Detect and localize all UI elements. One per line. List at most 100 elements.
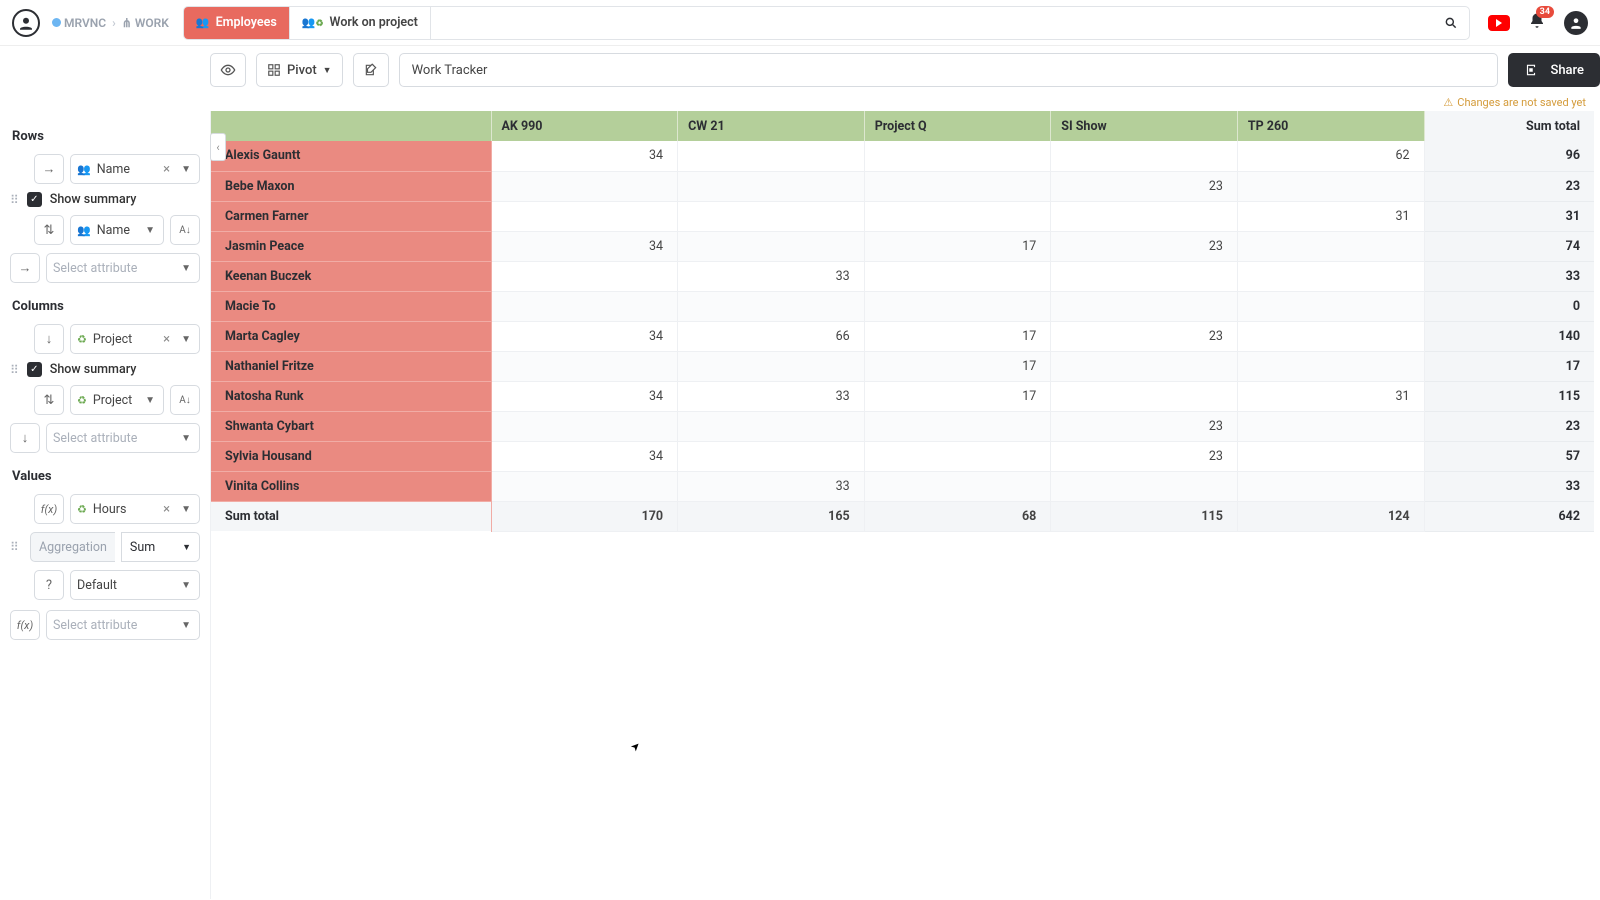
caret-down-icon[interactable]: ▼ [179, 580, 193, 591]
column-header[interactable]: Project Q [864, 111, 1051, 141]
pivot-cell[interactable]: 23 [1051, 441, 1238, 471]
row-header[interactable]: Marta Cagley [211, 321, 491, 351]
pivot-cell[interactable] [678, 351, 865, 381]
view-title-input[interactable] [399, 53, 1499, 87]
pivot-cell[interactable]: 33 [678, 381, 865, 411]
pivot-cell[interactable]: 31 [1237, 201, 1424, 231]
caret-down-icon[interactable]: ▼ [143, 395, 157, 406]
pivot-cell[interactable]: 34 [491, 441, 678, 471]
format-help-button[interactable]: ? [34, 570, 64, 600]
pivot-cell[interactable] [1237, 471, 1424, 501]
rows-show-summary-checkbox[interactable]: ✓ [27, 192, 42, 207]
pivot-cell[interactable]: 23 [1051, 171, 1238, 201]
row-header[interactable]: Natosha Runk [211, 381, 491, 411]
row-header[interactable]: Vinita Collins [211, 471, 491, 501]
view-mode-dropdown[interactable]: Pivot ▼ [256, 53, 343, 87]
pivot-cell[interactable] [678, 231, 865, 261]
pivot-cell[interactable] [678, 291, 865, 321]
pivot-cell[interactable] [678, 201, 865, 231]
pivot-cell[interactable]: 33 [678, 471, 865, 501]
pivot-cell[interactable] [1237, 321, 1424, 351]
pivot-cell[interactable] [678, 171, 865, 201]
pivot-cell[interactable]: 23 [1051, 321, 1238, 351]
pivot-cell[interactable] [491, 291, 678, 321]
pivot-cell[interactable]: 23 [1051, 411, 1238, 441]
pivot-cell[interactable] [678, 141, 865, 171]
pivot-cell[interactable] [1237, 291, 1424, 321]
rows-add-attribute-select[interactable]: Select attribute ▼ [46, 253, 200, 283]
pivot-cell[interactable] [1051, 291, 1238, 321]
pivot-cell[interactable]: 23 [1051, 231, 1238, 261]
edit-title-button[interactable] [353, 53, 389, 87]
add-value-attribute-button[interactable]: f(x) [10, 610, 40, 640]
row-sort-indicator[interactable]: ⇅ [34, 215, 64, 245]
row-header[interactable]: Alexis Gauntt [211, 141, 491, 171]
share-button[interactable]: Share [1508, 53, 1600, 87]
pivot-cell[interactable] [864, 261, 1051, 291]
column-header[interactable]: TP 260 [1237, 111, 1424, 141]
pivot-cell[interactable] [864, 201, 1051, 231]
pivot-cell[interactable] [864, 141, 1051, 171]
caret-down-icon[interactable]: ▼ [143, 225, 157, 236]
pivot-cell[interactable] [491, 261, 678, 291]
row-header[interactable]: Sylvia Housand [211, 441, 491, 471]
pivot-cell[interactable] [1237, 411, 1424, 441]
rows-attribute-chip[interactable]: 👥 Name × ▼ [70, 154, 200, 184]
pivot-cell[interactable] [1237, 351, 1424, 381]
tab-employees[interactable]: 👥 Employees [184, 7, 290, 39]
caret-down-icon[interactable]: ▼ [179, 334, 193, 345]
row-direction-button[interactable]: → [34, 154, 64, 184]
pivot-cell[interactable]: 33 [678, 261, 865, 291]
drag-handle-icon[interactable]: ⠿ [10, 363, 19, 377]
format-select[interactable]: Default ▼ [70, 570, 200, 600]
drag-handle-icon[interactable]: ⠿ [10, 193, 19, 207]
cols-sort-attribute-chip[interactable]: ♻ Project ▼ [70, 385, 164, 415]
drag-handle-icon[interactable]: ⠿ [10, 540, 24, 554]
pivot-cell[interactable] [864, 441, 1051, 471]
pivot-cell[interactable]: 34 [491, 231, 678, 261]
tab-search-button[interactable] [1433, 16, 1469, 30]
remove-icon[interactable]: × [160, 332, 173, 347]
cols-attribute-chip[interactable]: ♻ Project × ▼ [70, 324, 200, 354]
pivot-cell[interactable]: 17 [864, 351, 1051, 381]
pivot-cell[interactable] [864, 411, 1051, 441]
pivot-cell[interactable] [1237, 171, 1424, 201]
pivot-cell[interactable]: 17 [864, 381, 1051, 411]
sort-asc-button[interactable]: A↓ [170, 215, 200, 245]
pivot-cell[interactable] [1051, 141, 1238, 171]
pivot-cell[interactable]: 17 [864, 231, 1051, 261]
row-header[interactable]: Shwanta Cybart [211, 411, 491, 441]
row-header[interactable]: Carmen Farner [211, 201, 491, 231]
remove-icon[interactable]: × [160, 502, 173, 517]
values-add-attribute-select[interactable]: Select attribute ▼ [46, 610, 200, 640]
cols-show-summary-checkbox[interactable]: ✓ [27, 362, 42, 377]
column-header[interactable]: SI Show [1051, 111, 1238, 141]
pivot-cell[interactable] [1237, 231, 1424, 261]
caret-down-icon[interactable]: ▼ [179, 620, 193, 631]
add-col-attribute-button[interactable]: ↓ [10, 423, 40, 453]
row-header[interactable]: Macie To [211, 291, 491, 321]
pivot-cell[interactable] [1237, 261, 1424, 291]
user-menu-button[interactable] [1564, 11, 1588, 35]
pivot-cell[interactable]: 31 [1237, 381, 1424, 411]
pivot-cell[interactable] [864, 171, 1051, 201]
column-header[interactable]: AK 990 [491, 111, 678, 141]
pivot-cell[interactable]: 17 [864, 321, 1051, 351]
tab-work-on-project[interactable]: 👥♻ Work on project [290, 7, 431, 39]
row-header[interactable]: Nathaniel Fritze [211, 351, 491, 381]
pivot-cell[interactable] [678, 411, 865, 441]
col-direction-button[interactable]: ↓ [34, 324, 64, 354]
column-header[interactable]: CW 21 [678, 111, 865, 141]
row-header[interactable]: Bebe Maxon [211, 171, 491, 201]
pivot-cell[interactable] [491, 171, 678, 201]
cols-add-attribute-select[interactable]: Select attribute ▼ [46, 423, 200, 453]
pivot-cell[interactable] [491, 411, 678, 441]
breadcrumb-item[interactable]: MRVNC [52, 16, 106, 30]
breadcrumb-item[interactable]: ⋔WORK [122, 16, 169, 30]
row-header[interactable]: Jasmin Peace [211, 231, 491, 261]
pivot-cell[interactable]: 62 [1237, 141, 1424, 171]
visibility-toggle-button[interactable] [210, 53, 246, 87]
pivot-cell[interactable]: 34 [491, 141, 678, 171]
values-fn-indicator[interactable]: f(x) [34, 494, 64, 524]
col-sort-indicator[interactable]: ⇅ [34, 385, 64, 415]
